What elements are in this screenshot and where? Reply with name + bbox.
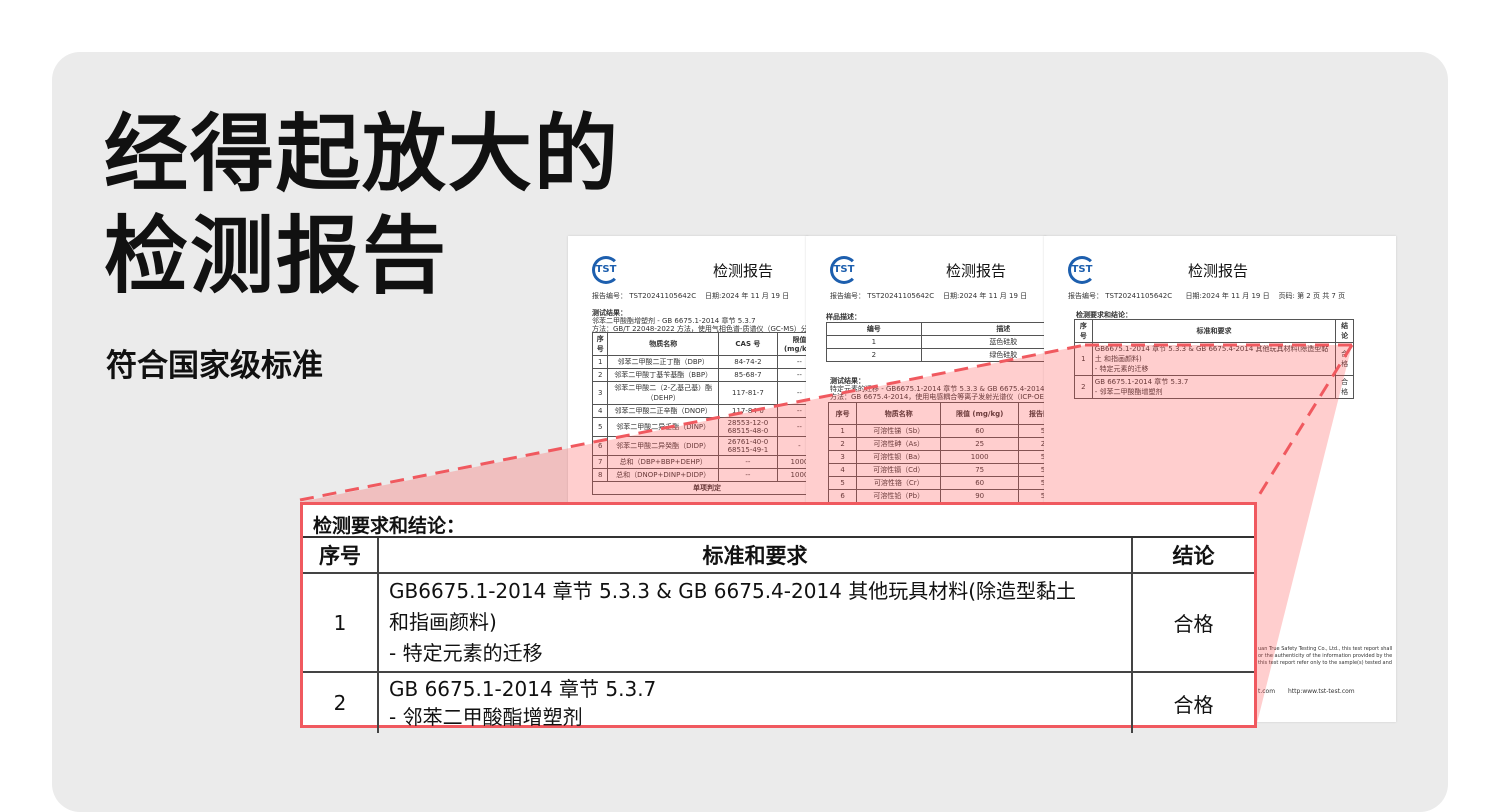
callout-title: 检测要求和结论： <box>303 505 1254 538</box>
table-row: 1 GB6675.1-2014 章节 5.3.3 & GB 6675.4-2014… <box>303 573 1254 673</box>
table-row: 2 GB 6675.1-2014 章节 5.3.7- 邻苯二甲酸酯增塑剂 合格 <box>303 672 1254 733</box>
col-header-standard: 标准和要求 <box>378 538 1133 574</box>
result-pass: 合格 <box>1132 573 1254 673</box>
conclusion-table: 序号 标准和要求 结论 1 GB6675.1-2014 章节 5.3.3 & GB 6… <box>303 538 1254 733</box>
col-header-no: 序号 <box>303 538 379 574</box>
col-header-result: 结论 <box>1132 538 1254 574</box>
zoomed-conclusion-callout: 检测要求和结论： 序号 标准和要求 结论 1 GB6675.1-2014 章节 5.3… <box>300 502 1257 733</box>
result-pass: 合格 <box>1173 692 1214 717</box>
